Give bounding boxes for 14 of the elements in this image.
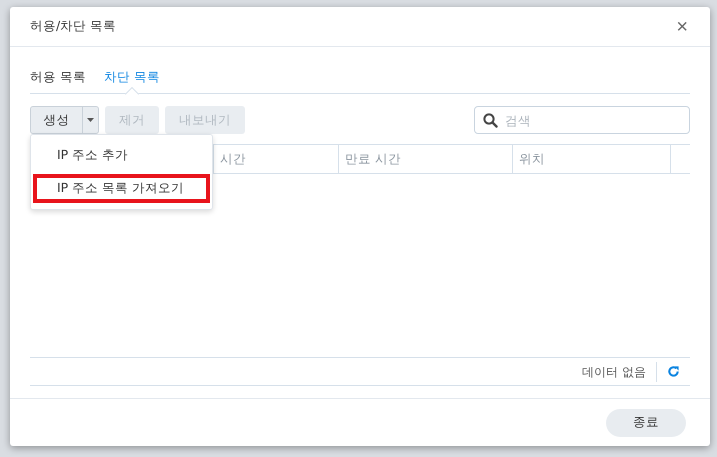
- column-header: 만료 시간: [345, 150, 401, 168]
- column-header: 시간: [220, 150, 246, 168]
- menu-item[interactable]: IP 주소 목록 가져오기: [33, 174, 210, 203]
- search-field[interactable]: 검색: [474, 106, 690, 134]
- status-text: 데이터 없음: [582, 362, 657, 382]
- refresh-button[interactable]: [667, 365, 680, 378]
- column-header: 위치: [519, 150, 545, 168]
- tab[interactable]: 허용 목록: [30, 53, 86, 93]
- search-icon: [483, 113, 498, 128]
- refresh-icon: [667, 365, 680, 378]
- close-dialog-button[interactable]: 종료: [606, 408, 686, 436]
- caret-icon: [87, 118, 94, 122]
- dialog-title: 허용/차단 목록: [30, 18, 116, 35]
- close-button[interactable]: ×: [676, 16, 688, 36]
